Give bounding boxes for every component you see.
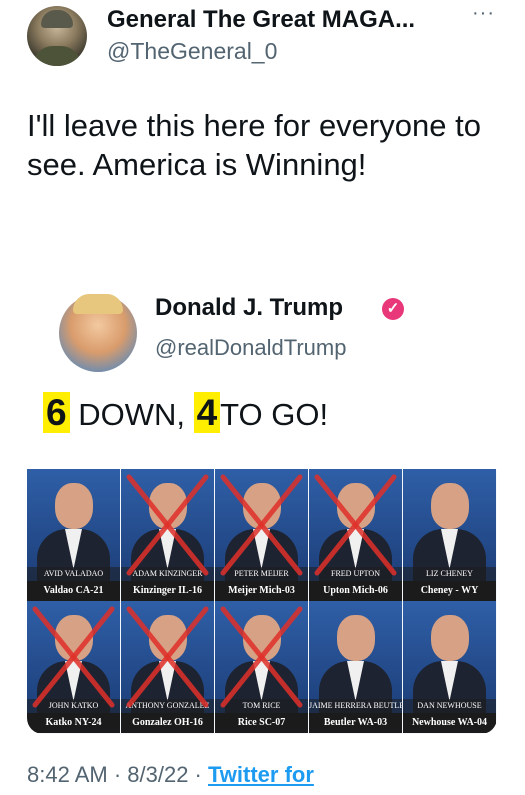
member-portrait: PETER MEIJER [215,469,308,581]
member-nameplate: AVID VALADAO [27,567,120,581]
cross-out-mark [126,606,209,708]
tweet-source-link[interactable]: Twitter for [208,762,314,787]
headline: 6 DOWN, 4TO GO! [43,392,328,434]
member-portrait: AVID VALADAO [27,469,120,581]
member-caption: Beutler WA-03 [309,713,402,733]
embedded-author-handle: @realDonaldTrump [155,335,347,360]
member-caption: Upton Mich-06 [309,581,402,601]
member-portrait: JAIME HERRERA BEUTLER [309,601,402,713]
tweet-header: General The Great MAGA... @TheGeneral_0 … [0,0,525,80]
portrait-face [431,483,469,529]
member-portrait: ANTHONY GONZALEZ [121,601,214,713]
member-nameplate: DAN NEWHOUSE [403,699,496,713]
member-caption: Meijer Mich-03 [215,581,308,601]
member-caption: Kinzinger IL-16 [121,581,214,601]
portrait-face [431,615,469,661]
more-horizontal-icon[interactable]: ··· [472,2,495,25]
member-portrait: FRED UPTON [309,469,402,581]
portrait-face [337,615,375,661]
cross-out-mark [220,606,303,708]
member-portrait: TOM RICE [215,601,308,713]
member-caption: Valdao CA-21 [27,581,120,601]
member-caption: Katko NY-24 [27,713,120,733]
member-grid: AVID VALADAO Valdao CA-21 ADAM KINZINGER Ki… [27,469,497,734]
tweet-media-image[interactable]: Donald J. Trump ✓ @realDonaldTrump 6 DOW… [27,272,497,734]
headline-text-down: DOWN, [69,397,194,432]
author-name[interactable]: General The Great MAGA... [107,6,415,34]
embedded-avatar-hair [73,294,123,314]
member-nameplate: LIZ CHENEY [403,567,496,581]
member-caption: Newhouse WA-04 [403,713,496,733]
helmet-shape [41,10,73,28]
member-portrait: ADAM KINZINGER [121,469,214,581]
uniform-shape [33,46,81,66]
member-caption: Rice SC-07 [215,713,308,733]
headline-text-to-go: TO GO! [220,397,329,432]
headline-number-to-go: 4 [193,392,221,433]
member-nameplate: JAIME HERRERA BEUTLER [309,699,402,713]
cross-out-mark [126,474,209,576]
embedded-tweet-header: Donald J. Trump ✓ @realDonaldTrump 6 DOW… [27,272,497,470]
embedded-author-name: Donald J. Trump [155,294,344,321]
member-portrait: DAN NEWHOUSE [403,601,496,713]
author-avatar[interactable] [27,6,87,66]
member-portrait: JOHN KATKO [27,601,120,713]
cross-out-mark [32,606,115,708]
member-caption: Gonzalez OH-16 [121,713,214,733]
cross-out-mark [220,474,303,576]
verified-badge-icon: ✓ [382,298,404,320]
portrait-face [55,483,93,529]
tweet-timestamp: 8:42 AM · 8/3/22 · [27,762,208,787]
headline-number-down: 6 [43,392,70,433]
author-handle[interactable]: @TheGeneral_0 [107,38,277,65]
tweet-text: I'll leave this here for everyone to see… [27,108,481,182]
tweet-footer: 8:42 AM · 8/3/22 · Twitter for [27,762,314,788]
member-portrait: LIZ CHENEY [403,469,496,581]
member-caption: Cheney - WY [403,581,496,601]
cross-out-mark [314,474,397,576]
